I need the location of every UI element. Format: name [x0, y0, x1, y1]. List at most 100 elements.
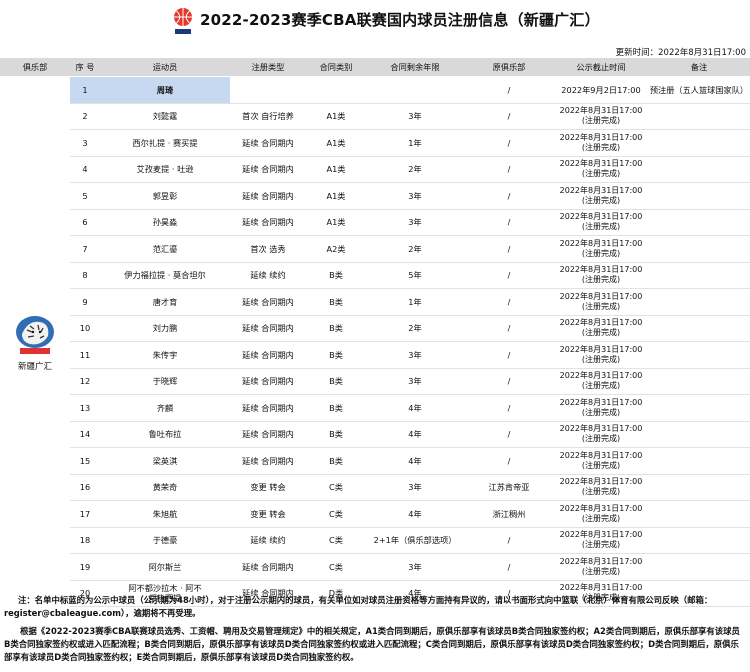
remark: [648, 182, 750, 210]
original-club: /: [464, 394, 554, 422]
contract-years: 1年: [366, 129, 464, 157]
registration-type: [230, 76, 306, 104]
column-header: 合同类别: [306, 58, 366, 77]
deadline: 2022年8月31日17:00 (注册完成): [554, 527, 648, 554]
registration-type: 延续 合同期内: [230, 209, 306, 236]
title-bar: 2022-2023赛季CBA联赛国内球员注册信息（新疆广汇）: [0, 0, 750, 36]
registration-type: 首次 选秀: [230, 235, 306, 263]
deadline: 2022年8月31日17:00 (注册完成): [554, 421, 648, 448]
remark: [648, 315, 750, 342]
player-name: 阿尔斯兰: [100, 553, 230, 581]
column-header: 运动员: [100, 58, 230, 77]
row-number: 2: [70, 103, 100, 130]
player-name: 孙昊淼: [100, 209, 230, 236]
column-header: 合同剩余年限: [366, 58, 464, 77]
contract-category: A1类: [306, 209, 366, 236]
deadline: 2022年8月31日17:00 (注册完成): [554, 262, 648, 289]
original-club: /: [464, 156, 554, 183]
contract-years: 2年: [366, 235, 464, 263]
row-number: 9: [70, 288, 100, 316]
deadline: 2022年8月31日17:00 (注册完成): [554, 341, 648, 369]
registration-type: 延续 合同期内: [230, 447, 306, 475]
player-name: 于德豪: [100, 527, 230, 554]
contract-category: A1类: [306, 103, 366, 130]
row-number: 6: [70, 209, 100, 236]
player-name: 刘力鹏: [100, 315, 230, 342]
registration-type: 延续 合同期内: [230, 129, 306, 157]
contract-category: A1类: [306, 156, 366, 183]
registration-type: 延续 合同期内: [230, 553, 306, 581]
original-club: /: [464, 447, 554, 475]
deadline: 2022年8月31日17:00 (注册完成): [554, 394, 648, 422]
registration-type: 变更 转会: [230, 474, 306, 501]
table-header: 俱乐部 序 号 运动员 注册类型 合同类别 合同剩余年限 原俱乐部 公示截止时间…: [0, 58, 750, 77]
table-row: 8 伊力福拉提 · 莫合坦尔 延续 续约 B类 5年/2022年8月31日17:00 (注…: [0, 262, 750, 289]
deadline: 2022年9月2日17:00: [554, 76, 648, 104]
row-number: 7: [70, 235, 100, 263]
deadline: 2022年8月31日17:00 (注册完成): [554, 500, 648, 528]
contract-years: 3年: [366, 182, 464, 210]
original-club: 江苏肯帝亚: [464, 474, 554, 501]
registration-type: 首次 自行培养: [230, 103, 306, 130]
deadline: 2022年8月31日17:00 (注册完成): [554, 209, 648, 236]
original-club: /: [464, 421, 554, 448]
contract-category: A2类: [306, 235, 366, 263]
table-row: 9 唐才育 延续 合同期内 B类 1年/2022年8月31日17:00 (注册完成): [0, 288, 750, 316]
contract-years: 2年: [366, 156, 464, 183]
contract-category: A1类: [306, 129, 366, 157]
contract-category: B类: [306, 315, 366, 342]
original-club: /: [464, 527, 554, 554]
original-club: 浙江稠州: [464, 500, 554, 528]
player-name: 齐麟: [100, 394, 230, 422]
remark: [648, 527, 750, 554]
contract-years: 4年: [366, 421, 464, 448]
player-name: 朱旭航: [100, 500, 230, 528]
remark: [648, 209, 750, 236]
player-name: 刘懿霆: [100, 103, 230, 130]
table-row: 17 朱旭航 变更 转会 C类 4年 浙江稠州 2022年8月31日17:00 (注册完成): [0, 500, 750, 528]
registration-type: 延续 合同期内: [230, 421, 306, 448]
deadline: 2022年8月31日17:00 (注册完成): [554, 182, 648, 210]
table-row: 14 鲁吐布拉 延续 合同期内 B类 4年/2022年8月31日17:00 (注册完成): [0, 421, 750, 448]
registration-type: 延续 合同期内: [230, 182, 306, 210]
player-name: 梁英淇: [100, 447, 230, 475]
contract-years: 2+1年（俱乐部选项）: [366, 527, 464, 554]
column-header: 俱乐部: [0, 58, 70, 77]
deadline: 2022年8月31日17:00 (注册完成): [554, 235, 648, 263]
original-club: /: [464, 182, 554, 210]
original-club: /: [464, 315, 554, 342]
player-name: 西尔扎提 · 赛买提: [100, 129, 230, 157]
remark: [648, 129, 750, 157]
deadline: 2022年8月31日17:00 (注册完成): [554, 288, 648, 316]
contract-category: [306, 76, 366, 104]
registration-table: 俱乐部 序 号 运动员 注册类型 合同类别 合同剩余年限 原俱乐部 公示截止时间…: [0, 58, 750, 607]
cba-logo-icon: [174, 8, 192, 34]
contract-category: C类: [306, 500, 366, 528]
deadline: 2022年8月31日17:00 (注册完成): [554, 156, 648, 183]
remark: [648, 447, 750, 475]
player-name: 唐才育: [100, 288, 230, 316]
page-title: 2022-2023赛季CBA联赛国内球员注册信息（新疆广汇）: [200, 11, 600, 29]
registration-type: 延续 合同期内: [230, 368, 306, 395]
row-number: 12: [70, 368, 100, 395]
club-cell: 新疆广汇: [0, 77, 70, 607]
contract-years: 3年: [366, 553, 464, 581]
original-club: /: [464, 129, 554, 157]
notes: 注：名单中标蓝的为公示中球员（公示期为48小时），对于注册公示期内的球员，有关单…: [4, 594, 746, 664]
registration-type: 延续 合同期内: [230, 288, 306, 316]
remark: [648, 156, 750, 183]
contract-category: B类: [306, 341, 366, 369]
deadline: 2022年8月31日17:00 (注册完成): [554, 129, 648, 157]
row-number: 16: [70, 474, 100, 501]
deadline: 2022年8月31日17:00 (注册完成): [554, 103, 648, 130]
table-row: 12 于晓辉 延续 合同期内 B类 3年/2022年8月31日17:00 (注册完成): [0, 368, 750, 395]
player-name: 周琦: [100, 76, 230, 104]
row-number: 15: [70, 447, 100, 475]
table-row: 4 艾孜麦提 · 吐逊 延续 合同期内 A1类 2年/2022年8月31日17:00 (注…: [0, 156, 750, 183]
original-club: /: [464, 368, 554, 395]
column-header: 序 号: [70, 58, 100, 77]
contract-category: C类: [306, 527, 366, 554]
original-club: /: [464, 235, 554, 263]
table-row: 3 西尔扎提 · 赛买提 延续 合同期内 A1类 1年/2022年8月31日17:00(…: [0, 129, 750, 157]
original-club: /: [464, 553, 554, 581]
